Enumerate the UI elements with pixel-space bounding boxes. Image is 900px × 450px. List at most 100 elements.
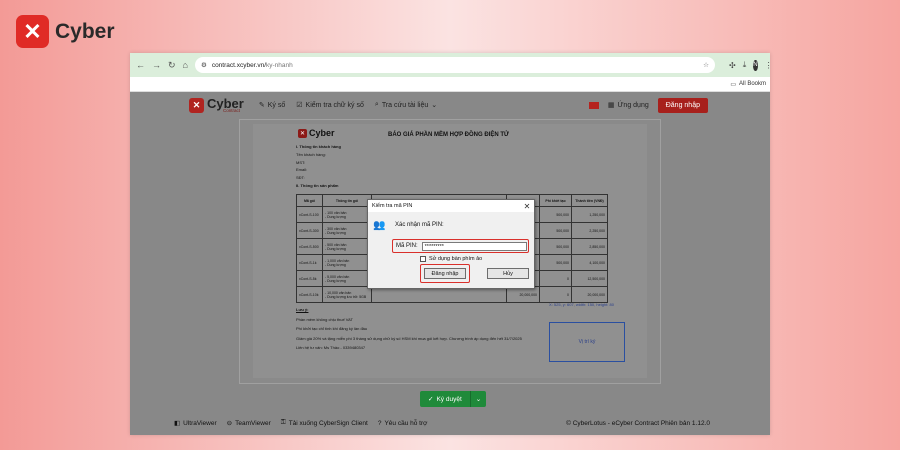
footer-teamviewer[interactable]: ⊖ TeamViewer bbox=[226, 419, 271, 428]
table-cell: xCont-S-100 bbox=[296, 206, 323, 223]
login-button[interactable]: Đăng nhập bbox=[657, 97, 708, 113]
copyright: © CyberLotus - eCyber Contract Phiên bản… bbox=[566, 419, 710, 427]
table-cell: - 100 văn bản - Dung lượng bbox=[322, 206, 372, 223]
field-customer-name: Tên khách hàng: bbox=[296, 151, 326, 157]
virtual-keyboard-label: Sử dụng bàn phím ảo bbox=[429, 256, 483, 262]
browser-window: ← → ↻ ⌂ ⚙ contract.xcyber.vn/ky-nhanh ☆ … bbox=[130, 53, 770, 435]
table-cell: xCont-S-500 bbox=[296, 238, 323, 255]
signature-position-caption: X: 525, y: 607, width: 150, height: 80 bbox=[549, 302, 614, 307]
apps-link[interactable]: ▦ Ứng dụng bbox=[608, 101, 649, 110]
footer-support-label: Yêu cầu hỗ trợ bbox=[384, 419, 428, 427]
pin-login-button[interactable]: Đăng nhập bbox=[424, 268, 466, 279]
url-base: contract.xcyber.vn/ bbox=[211, 61, 267, 69]
footer-download-client[interactable]: ⚿ Tải xuống CyberSign Client bbox=[281, 419, 368, 427]
home-icon[interactable]: ⌂ bbox=[183, 60, 188, 70]
table-cell: 500,000 bbox=[539, 254, 572, 271]
document-logo: ✕ Cyber bbox=[298, 128, 335, 138]
table-cell: 2,250,000 bbox=[571, 222, 608, 239]
pin-input[interactable]: ********* bbox=[421, 241, 527, 251]
section-customer: I. Thông tin khách hàng bbox=[296, 144, 341, 149]
forward-icon[interactable]: → bbox=[152, 60, 161, 70]
language-flag-icon[interactable] bbox=[588, 101, 599, 109]
pin-field-label: Mã PIN: bbox=[396, 243, 418, 249]
chevron-down-icon: ⌄ bbox=[431, 102, 438, 109]
reload-icon[interactable]: ↻ bbox=[168, 60, 176, 71]
app-logo-icon: ✕ bbox=[189, 97, 204, 113]
nav-verify[interactable]: ☑ Kiểm tra chữ ký số bbox=[296, 101, 364, 110]
pin-field-highlight: Mã PIN: ********* bbox=[392, 239, 529, 253]
approve-sign-label: Ký duyệt bbox=[436, 395, 462, 403]
extensions-puzzle-icon[interactable]: ✣ bbox=[729, 61, 736, 70]
nav-lookup[interactable]: ⌕ Tra cứu tài liệu ⌄ bbox=[375, 101, 437, 109]
table-cell: 12,500,000 bbox=[571, 270, 608, 287]
table-header: Thành tiền (VNĐ) bbox=[571, 194, 608, 207]
folder-icon: ▭ bbox=[730, 81, 736, 88]
site-info-icon[interactable]: ⚙ bbox=[201, 61, 207, 69]
table-header: Phí khởi tạo bbox=[539, 194, 572, 207]
footer-ultraviewer-label: UltraViewer bbox=[183, 419, 217, 427]
pin-dialog-title: Kiểm tra mã PIN bbox=[372, 203, 413, 209]
table-cell: xCont-S-300 bbox=[296, 222, 323, 239]
table-cell: 2,850,000 bbox=[571, 238, 608, 255]
pin-dialog: Kiểm tra mã PIN ✕ 👥 Xác nhận mã PIN: Mã … bbox=[367, 199, 535, 289]
note-item: Giảm giá 20% và tặng miễn phí 3 tháng sử… bbox=[296, 335, 522, 341]
document-logo-text: Cyber bbox=[309, 128, 335, 138]
notes: Lưu ý: Phần mềm không chịu thuế VAT Phí … bbox=[296, 305, 522, 353]
table-cell: xCont-S-5k bbox=[296, 270, 323, 287]
cyber-logo-icon: ✕ bbox=[16, 15, 49, 48]
document-logo-icon: ✕ bbox=[298, 128, 307, 138]
customer-info: I. Thông tin khách hàng Tên khách hàng: … bbox=[296, 143, 341, 190]
footer: ◧ UltraViewer ⊖ TeamViewer ⚿ Tải xuống Cybe… bbox=[174, 419, 710, 427]
browser-menu-icon[interactable]: ⋮ bbox=[765, 61, 770, 70]
check-square-icon: ☑ bbox=[296, 102, 303, 109]
footer-support[interactable]: ? Yêu cầu hỗ trợ bbox=[378, 420, 428, 427]
pin-prompt: Xác nhận mã PIN: bbox=[395, 222, 444, 228]
table-cell: xCont-S-1k bbox=[296, 254, 323, 271]
teamviewer-icon: ⊖ bbox=[226, 420, 233, 427]
brand: ✕ Cyber bbox=[16, 15, 115, 48]
profile-avatar[interactable]: N bbox=[753, 59, 758, 71]
address-bar[interactable]: ⚙ contract.xcyber.vn/ky-nhanh ☆ bbox=[194, 57, 715, 73]
approve-sign-button[interactable]: ✓ Ký duyệt ⌄ bbox=[420, 391, 487, 407]
footer-teamviewer-label: TeamViewer bbox=[235, 419, 271, 427]
pen-icon: ✎ bbox=[258, 102, 265, 109]
brand-name: Cyber bbox=[55, 19, 115, 43]
note-item: Phí khởi tạo chỉ tính khi đăng ký lần đầ… bbox=[296, 326, 368, 331]
table-cell: - 300 văn bản - Dung lượng bbox=[322, 222, 372, 239]
table-header: Mã gói bbox=[296, 194, 323, 207]
table-cell: 500,000 bbox=[539, 222, 572, 239]
app-logo[interactable]: ✕ Cyber Contract bbox=[189, 97, 244, 113]
virtual-keyboard-checkbox[interactable] bbox=[420, 256, 426, 262]
table-cell: 4,100,000 bbox=[571, 254, 608, 271]
approve-sign-main[interactable]: ✓ Ký duyệt bbox=[420, 391, 471, 407]
check-icon: ✓ bbox=[428, 396, 434, 403]
pin-cancel-button[interactable]: Hủy bbox=[487, 268, 529, 279]
ultraviewer-icon: ◧ bbox=[174, 420, 181, 427]
signature-box[interactable]: Vị trí ký bbox=[549, 322, 625, 362]
chevron-down-icon[interactable]: ⌄ bbox=[471, 391, 486, 407]
notes-title: Lưu ý: bbox=[296, 307, 309, 312]
table-cell: - 10,000 văn bản - Dung lượng lưu trữ: 5… bbox=[322, 286, 372, 303]
footer-download-label: Tải xuống CyberSign Client bbox=[288, 419, 368, 427]
users-icon: 👥 bbox=[373, 220, 386, 231]
bookmark-star-icon[interactable]: ☆ bbox=[703, 61, 709, 69]
virtual-keyboard-option[interactable]: Sử dụng bàn phím ảo bbox=[420, 256, 482, 262]
bookmarks-bar: ▭ All Bookm bbox=[130, 77, 770, 92]
app-header: ✕ Cyber Contract ✎ Ký số ☑ Kiểm tra chữ ký… bbox=[130, 92, 770, 118]
table-cell: 20,000,000 bbox=[571, 286, 608, 303]
nav-sign[interactable]: ✎ Ký số bbox=[258, 101, 285, 110]
close-icon[interactable]: ✕ bbox=[520, 202, 534, 211]
field-phone: SĐT: bbox=[296, 175, 305, 181]
browser-toolbar: ← → ↻ ⌂ ⚙ contract.xcyber.vn/ky-nhanh ☆ … bbox=[130, 53, 770, 77]
note-item: Liên hệ tư vấn: Ms Thảo - 0339480347 bbox=[296, 345, 366, 350]
url-path: ky-nhanh bbox=[266, 61, 293, 69]
all-bookmarks-link[interactable]: All Bookm bbox=[739, 81, 766, 87]
apps-label: Ứng dụng bbox=[617, 101, 649, 109]
download-icon[interactable]: ⤓ bbox=[743, 60, 747, 70]
field-tax-code: MST: bbox=[296, 159, 306, 165]
table-cell: - 500 văn bản - Dung lượng bbox=[322, 238, 372, 255]
table-cell: - 5,000 văn bản - Dung lượng bbox=[322, 270, 372, 287]
table-cell: 500,000 bbox=[539, 238, 572, 255]
footer-ultraviewer[interactable]: ◧ UltraViewer bbox=[174, 419, 217, 428]
back-icon[interactable]: ← bbox=[136, 60, 145, 70]
